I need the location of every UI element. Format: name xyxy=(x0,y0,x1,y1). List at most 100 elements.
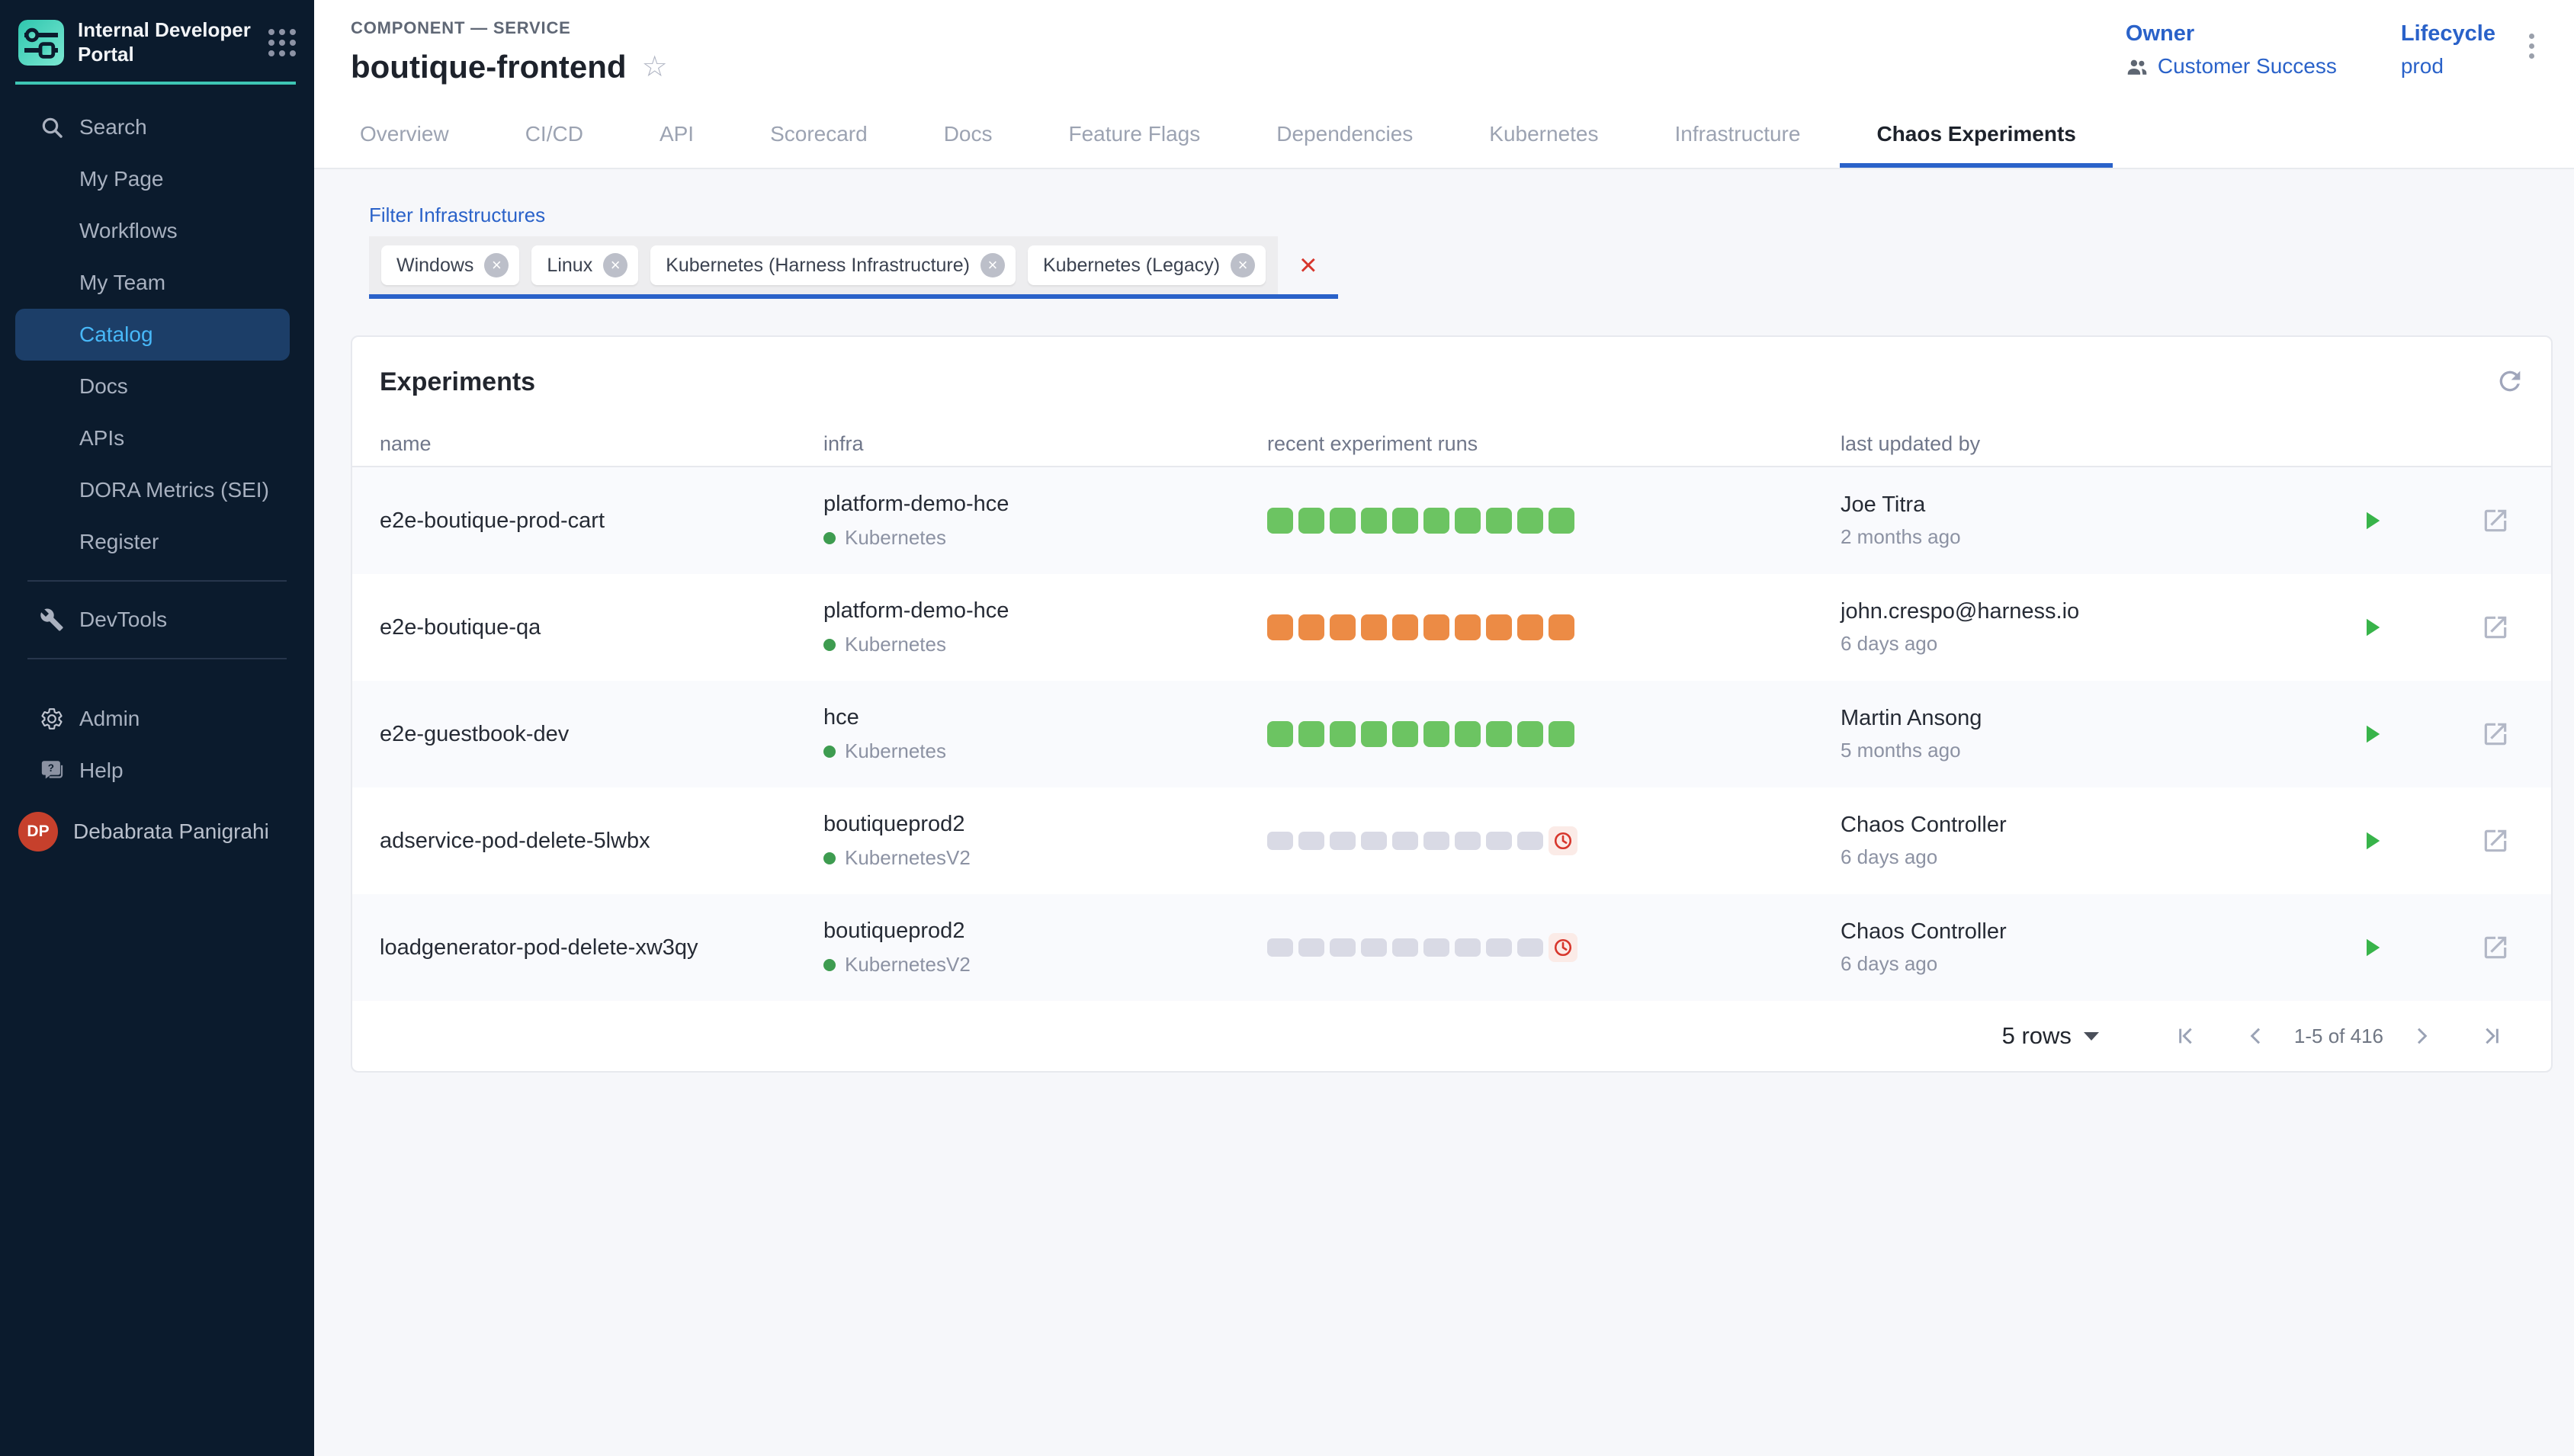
updated-ago: 2 months ago xyxy=(1841,525,2310,549)
run-square-passed xyxy=(1298,721,1324,747)
tab[interactable]: Infrastructure xyxy=(1666,107,1810,168)
run-square-passed xyxy=(1330,721,1356,747)
recent-runs-indicator xyxy=(1267,826,1841,855)
previous-page-button[interactable] xyxy=(2239,1019,2273,1053)
tab[interactable]: Dependencies xyxy=(1267,107,1422,168)
run-square-pending xyxy=(1486,938,1512,957)
owner-link[interactable]: Customer Success xyxy=(2126,54,2337,79)
sidebar-item-admin[interactable]: Admin xyxy=(0,693,314,745)
next-page-button[interactable] xyxy=(2405,1019,2438,1053)
infra-status-dot xyxy=(823,852,836,864)
help-button[interactable]: ? Help xyxy=(0,745,314,797)
sidebar-item-my-page[interactable]: My Page xyxy=(0,153,314,205)
table-row[interactable]: e2e-boutique-qa platform-demo-hce Kubern… xyxy=(352,574,2551,681)
run-square-pending xyxy=(1267,938,1293,957)
infra-name: platform-demo-hce xyxy=(823,598,1267,624)
chip-remove-icon[interactable]: × xyxy=(980,253,1005,277)
table-row[interactable]: e2e-guestbook-dev hce Kubernetes Martin … xyxy=(352,681,2551,787)
play-icon xyxy=(2357,827,2385,855)
sidebar-item-search[interactable]: Search xyxy=(0,101,314,153)
tab[interactable]: API xyxy=(650,107,703,168)
lifecycle-value: prod xyxy=(2401,54,2444,79)
owner-label: Owner xyxy=(2126,21,2337,47)
more-options-icon[interactable] xyxy=(2520,24,2544,68)
run-square-pending xyxy=(1330,832,1356,850)
chip-remove-icon[interactable]: × xyxy=(484,253,509,277)
tab[interactable]: Kubernetes xyxy=(1480,107,1607,168)
app-switcher-icon[interactable] xyxy=(265,26,299,59)
open-experiment-button[interactable] xyxy=(2476,715,2515,753)
sidebar-item-register[interactable]: Register xyxy=(0,516,314,568)
table-header: name infra recent experiment runs last u… xyxy=(352,422,2551,467)
sidebar-item-dora-metrics[interactable]: DORA Metrics (SEI) xyxy=(0,464,314,516)
clear-filters-icon[interactable]: × xyxy=(1278,250,1338,281)
column-infra: infra xyxy=(823,432,1267,456)
experiment-name: adservice-pod-delete-5lwbx xyxy=(380,829,823,854)
infra-status-dot xyxy=(823,959,836,971)
tab[interactable]: Chaos Experiments xyxy=(1867,107,2085,168)
filter-chips: Windows × Linux × Kubernetes (Harness In… xyxy=(369,236,1278,294)
tab[interactable]: Feature Flags xyxy=(1060,107,1210,168)
run-square-passed xyxy=(1549,721,1574,747)
open-in-new-icon xyxy=(2481,613,2510,642)
run-square-pending xyxy=(1455,832,1481,850)
tab[interactable]: CI/CD xyxy=(516,107,592,168)
user-avatar: DP xyxy=(18,812,58,851)
run-pending-clock xyxy=(1549,826,1577,855)
infra-name: boutiqueprod2 xyxy=(823,919,1267,944)
run-square-failed xyxy=(1330,614,1356,640)
table-row[interactable]: e2e-boutique-prod-cart platform-demo-hce… xyxy=(352,467,2551,574)
open-experiment-button[interactable] xyxy=(2476,608,2515,646)
sidebar: Internal Developer Portal Search My Page… xyxy=(0,0,314,1456)
user-menu[interactable]: DP Debabrata Panigrahi xyxy=(0,797,314,861)
filter-chip[interactable]: Kubernetes (Harness Infrastructure) × xyxy=(650,245,1016,285)
rows-per-page-select[interactable]: 5 rows xyxy=(2002,1022,2099,1050)
run-square-pending xyxy=(1298,832,1324,850)
wrench-icon xyxy=(40,608,79,632)
tab[interactable]: Scorecard xyxy=(761,107,877,168)
chip-remove-icon[interactable]: × xyxy=(1231,253,1255,277)
sidebar-item-catalog[interactable]: Catalog xyxy=(15,309,290,361)
run-square-passed xyxy=(1486,721,1512,747)
sidebar-item-apis[interactable]: APIs xyxy=(0,412,314,464)
sidebar-item-workflows[interactable]: Workflows xyxy=(0,205,314,257)
updated-by: Joe Titra xyxy=(1841,492,2310,518)
tab[interactable]: Overview xyxy=(351,107,458,168)
entity-header: COMPONENT — SERVICE boutique-frontend ☆ … xyxy=(314,0,2574,169)
open-experiment-button[interactable] xyxy=(2476,928,2515,967)
filter-chip[interactable]: Linux × xyxy=(531,245,638,285)
experiment-name: e2e-guestbook-dev xyxy=(380,722,823,747)
run-experiment-button[interactable] xyxy=(2353,502,2389,539)
sidebar-item-my-team[interactable]: My Team xyxy=(0,257,314,309)
sidebar-item-devtools[interactable]: DevTools xyxy=(0,594,314,646)
open-experiment-button[interactable] xyxy=(2476,822,2515,860)
infra-type: KubernetesV2 xyxy=(845,953,971,977)
first-page-button[interactable] xyxy=(2169,1019,2203,1053)
sidebar-item-docs[interactable]: Docs xyxy=(0,361,314,412)
chip-remove-icon[interactable]: × xyxy=(603,253,627,277)
infrastructure-filter-input[interactable]: Windows × Linux × Kubernetes (Harness In… xyxy=(369,236,1338,299)
table-row[interactable]: adservice-pod-delete-5lwbx boutiqueprod2… xyxy=(352,787,2551,894)
page-title: boutique-frontend xyxy=(351,49,627,85)
open-experiment-button[interactable] xyxy=(2476,502,2515,540)
run-experiment-button[interactable] xyxy=(2353,716,2389,752)
favorite-star-icon[interactable]: ☆ xyxy=(642,53,668,82)
play-icon xyxy=(2357,720,2385,748)
run-square-passed xyxy=(1298,508,1324,534)
infra-name: hce xyxy=(823,705,1267,730)
table-row[interactable]: loadgenerator-pod-delete-xw3qy boutiquep… xyxy=(352,894,2551,1001)
tab-content: Filter Infrastructures Windows × Linux × xyxy=(314,169,2574,1456)
pending-clock-icon xyxy=(1553,831,1573,851)
filter-chip[interactable]: Kubernetes (Legacy) × xyxy=(1028,245,1266,285)
refresh-icon[interactable] xyxy=(2490,361,2530,401)
run-experiment-button[interactable] xyxy=(2353,823,2389,859)
filter-chip[interactable]: Windows × xyxy=(381,245,519,285)
tab[interactable]: Docs xyxy=(935,107,1002,168)
run-experiment-button[interactable] xyxy=(2353,929,2389,966)
last-page-button[interactable] xyxy=(2475,1019,2508,1053)
search-icon xyxy=(40,115,79,140)
run-experiment-button[interactable] xyxy=(2353,609,2389,646)
updated-by: john.crespo@harness.io xyxy=(1841,599,2310,624)
filter-infrastructures-label[interactable]: Filter Infrastructures xyxy=(369,204,545,227)
run-square-pending xyxy=(1517,938,1543,957)
